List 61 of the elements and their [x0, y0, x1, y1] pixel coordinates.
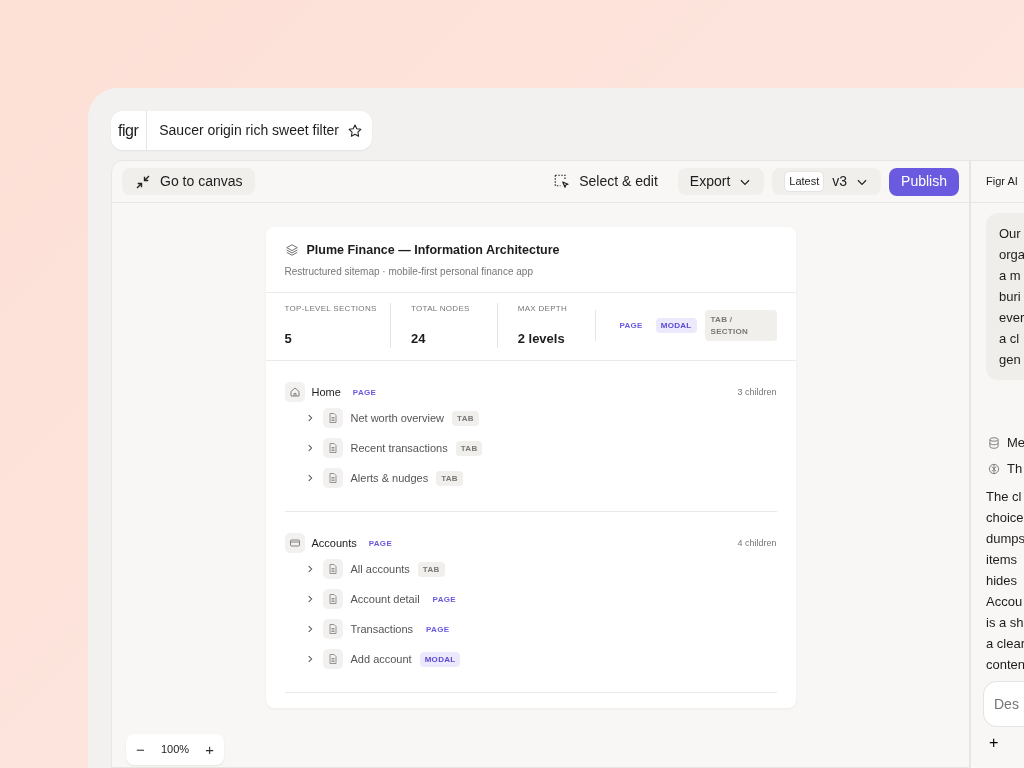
type-tag: PAGE [363, 535, 398, 551]
node-name[interactable]: Recent transactions [350, 440, 448, 457]
message-line: a cl [999, 330, 1021, 348]
section-name[interactable]: Accounts [311, 535, 357, 552]
zoom-in-button[interactable]: + [205, 742, 214, 757]
reply-line: dumps [986, 530, 1024, 548]
node-name[interactable]: Alerts & nudges [350, 470, 429, 487]
reply-line: Accou [986, 593, 1024, 611]
stat-label: TOTAL NODES [411, 302, 471, 315]
reply-line: conten [986, 656, 1024, 674]
export-button[interactable]: Export [677, 168, 765, 195]
reply-line: hides [986, 572, 1019, 590]
legend-tag: PAGE [614, 317, 648, 334]
child-count: 3 children [737, 385, 777, 399]
type-tag: PAGE [427, 591, 461, 607]
publish-button[interactable]: Publish [889, 167, 959, 196]
node-name[interactable]: Transactions [350, 621, 414, 638]
go-to-canvas-button[interactable]: Go to canvas [122, 168, 255, 195]
message-line: ever [999, 309, 1024, 327]
type-tag: TAB [417, 561, 445, 577]
document-title: Plume Finance — Information Architecture [306, 242, 560, 259]
message-line: Our [999, 225, 1022, 243]
section-name[interactable]: Home [311, 384, 341, 401]
chat-input[interactable]: Des [983, 681, 1024, 727]
zoom-out-button[interactable]: − [136, 742, 145, 757]
figr-logo: figr [111, 111, 148, 150]
stat-value: 24 [411, 329, 427, 348]
type-tag: PAGE [347, 384, 382, 400]
message-line: buri [999, 288, 1022, 306]
type-tag: TAB [436, 470, 463, 486]
stat-label: TOP-LEVEL SECTIONS [284, 302, 378, 315]
project-title: Saucer origin rich sweet filter [158, 121, 340, 140]
node-name[interactable]: Add account [350, 651, 412, 668]
panel-title: Figr AI [986, 174, 1018, 190]
zoom-level: 100% [160, 742, 190, 758]
add-button[interactable]: + [989, 731, 999, 755]
step-label: Th [1007, 460, 1023, 479]
reply-line: choice [986, 509, 1024, 527]
stat-value: 5 [284, 329, 293, 348]
type-tag: TAB [452, 410, 479, 426]
stat-label: MAX DEPTH [517, 302, 569, 315]
reply-line: a clear [986, 635, 1024, 653]
type-tag: TAB [455, 440, 483, 456]
message-line: gen [999, 351, 1022, 369]
step-label: Me [1007, 434, 1024, 453]
reply-line: is a sh [986, 614, 1024, 632]
reply-line: items [986, 551, 1019, 569]
select-edit-button[interactable]: Select & edit [541, 168, 670, 195]
type-tag: PAGE [421, 621, 455, 637]
stat-value: 2 levels [517, 329, 566, 348]
type-tag: MODAL [419, 651, 461, 667]
legend-tag: MODAL [655, 317, 697, 334]
reply-line: The cl [986, 488, 1023, 506]
version-dropdown[interactable]: Latest v3 [772, 168, 882, 195]
node-name[interactable]: Account detail [350, 591, 420, 608]
child-count: 4 children [737, 536, 777, 550]
legend-tag: TAB / SECTION [704, 310, 777, 341]
document-subtitle: Restructured sitemap · mobile-first personal finance app [284, 264, 534, 279]
node-name[interactable]: All accounts [350, 561, 410, 578]
node-name[interactable]: Net worth overview [350, 410, 445, 427]
message-line: a m [999, 267, 1022, 285]
